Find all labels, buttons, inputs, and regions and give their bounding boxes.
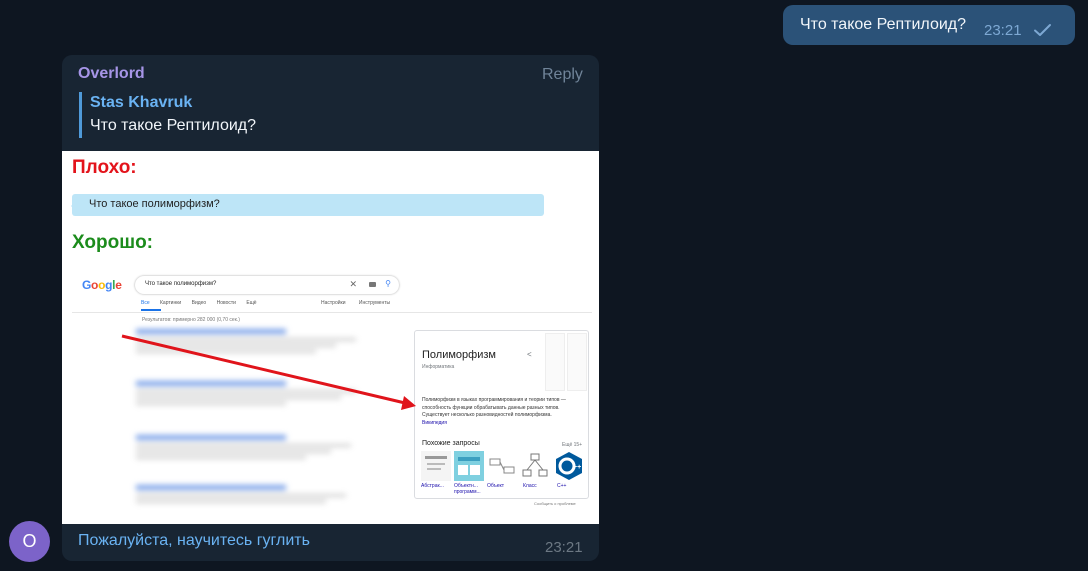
knowledge-panel: Полиморфизм Информатика < Полиморфизм в … — [414, 330, 589, 499]
keyboard-icon — [369, 282, 376, 287]
active-tab-indicator — [141, 309, 161, 311]
incoming-message-time: 23:21 — [545, 539, 583, 556]
google-logo: Google — [82, 278, 122, 292]
related-item-label: Класс — [523, 483, 537, 489]
outgoing-message[interactable]: Что такое Рептилоид? 23:21 — [783, 5, 1075, 45]
oop-thumbnail — [454, 451, 484, 481]
related-title: Похожие запросы — [422, 440, 480, 447]
google-tab: Ещё — [246, 300, 257, 306]
reply-quote[interactable]: Stas Khavruk Что такое Рептилоид? — [79, 92, 256, 138]
google-tools-link: Инструменты — [358, 300, 391, 306]
bad-label: Плохо: — [72, 157, 137, 178]
google-search-box: Что такое полиморфизм? ✕ ⚲ — [135, 276, 399, 294]
divider — [72, 312, 592, 313]
check-icon — [1034, 24, 1051, 36]
google-settings: Настройки — [321, 300, 346, 306]
share-icon: < — [527, 350, 532, 359]
quote-author: Stas Khavruk — [90, 94, 193, 111]
related-item-label: Объектн... программ... — [454, 483, 481, 495]
panel-description-text: Полиморфизм в языках программирования и … — [422, 397, 566, 418]
panel-source: Википедия — [422, 419, 447, 426]
google-query: Что такое полиморфизм? — [145, 281, 217, 287]
google-tab: Новости — [216, 300, 236, 306]
google-screenshot: Google Что такое полиморфизм? ✕ ⚲ Все Ка… — [72, 269, 592, 519]
related-item-label: C++ — [557, 483, 567, 489]
outgoing-message-text: Что такое Рептилоид? — [800, 16, 967, 33]
search-icon: ⚲ — [385, 279, 391, 288]
clear-icon: ✕ — [349, 279, 357, 289]
related-item-label: Объект — [487, 483, 505, 489]
google-tab: Видео — [191, 300, 207, 306]
google-tabs: Все Картинки Видео Новости Ещё — [141, 300, 266, 306]
blurred-result — [136, 435, 376, 462]
google-tools: Настройки Инструменты — [321, 300, 402, 306]
incoming-message[interactable]: Overlord Reply Stas Khavruk Что такое Ре… — [62, 55, 599, 561]
svg-text:++: ++ — [573, 464, 581, 471]
panel-title: Полиморфизм — [422, 349, 496, 361]
panel-image — [567, 333, 587, 391]
message-image[interactable]: Плохо: Что такое полиморфизм? Хорошо: Go… — [62, 151, 599, 524]
class-thumbnail — [520, 451, 550, 481]
google-tab: Картинки — [160, 300, 182, 306]
reply-button[interactable]: Reply — [542, 66, 583, 84]
panel-subtitle: Информатика — [422, 364, 455, 370]
avatar[interactable]: O — [9, 521, 50, 562]
cpp-logo-icon: ++ — [556, 452, 582, 480]
object-thumbnail — [487, 451, 517, 481]
abstraction-thumbnail — [421, 451, 451, 481]
result-count: Результатов: примерно 282 000 (0,70 сек.… — [142, 317, 240, 323]
blurred-result — [136, 485, 376, 506]
message-caption: Пожалуйста, научитесь гуглить — [78, 532, 310, 549]
panel-description: Полиморфизм в языках программирования и … — [422, 397, 584, 427]
outgoing-message-time: 23:21 — [984, 22, 1022, 39]
report-link: Сообщить о проблеме — [534, 501, 576, 506]
blurred-result — [136, 381, 376, 408]
related-item-label: Абстрак... — [421, 483, 444, 489]
example-bubble: Что такое полиморфизм? — [71, 194, 544, 216]
sender-name[interactable]: Overlord — [78, 65, 145, 83]
quote-text: Что такое Рептилоид? — [90, 117, 257, 134]
panel-image — [545, 333, 565, 391]
related-more: Ещё 15+ — [562, 442, 583, 448]
good-label: Хорошо: — [72, 232, 154, 253]
blurred-result — [136, 329, 376, 356]
google-tab: Все — [141, 300, 150, 306]
